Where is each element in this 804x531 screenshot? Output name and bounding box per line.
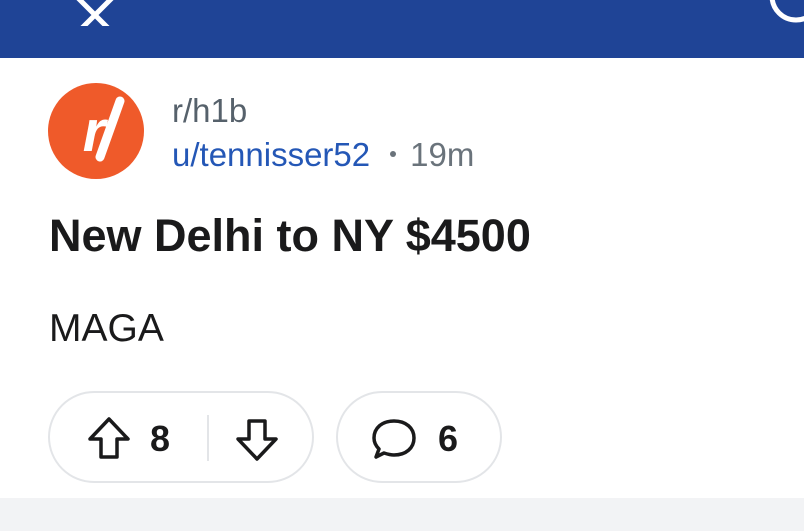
post-body: MAGA bbox=[49, 307, 164, 350]
author-username[interactable]: u/tennisser52 bbox=[172, 136, 370, 173]
arrow-up-icon[interactable] bbox=[86, 415, 132, 461]
vote-divider bbox=[207, 415, 209, 461]
subreddit-avatar[interactable]: r bbox=[48, 83, 144, 179]
top-navigation-bar bbox=[0, 0, 804, 58]
feed-separator bbox=[0, 498, 804, 531]
separator-dot bbox=[390, 151, 397, 158]
post-title[interactable]: New Delhi to NY $4500 bbox=[49, 208, 531, 264]
arrow-down-icon[interactable] bbox=[234, 417, 280, 463]
post-time: 19m bbox=[410, 136, 475, 173]
vote-control: 8 bbox=[48, 391, 314, 483]
subreddit-name[interactable]: r/h1b bbox=[172, 91, 247, 131]
close-icon[interactable] bbox=[58, 0, 134, 26]
comments-button[interactable]: 6 bbox=[336, 391, 502, 483]
post-card: r r/h1b u/tennisser52 19m New Delhi to NY… bbox=[0, 58, 804, 498]
comment-count: 6 bbox=[438, 418, 459, 459]
search-icon[interactable] bbox=[760, 0, 804, 28]
comment-icon bbox=[372, 419, 416, 459]
vote-count: 8 bbox=[150, 418, 171, 459]
post-meta: u/tennisser52 19m bbox=[172, 135, 474, 175]
